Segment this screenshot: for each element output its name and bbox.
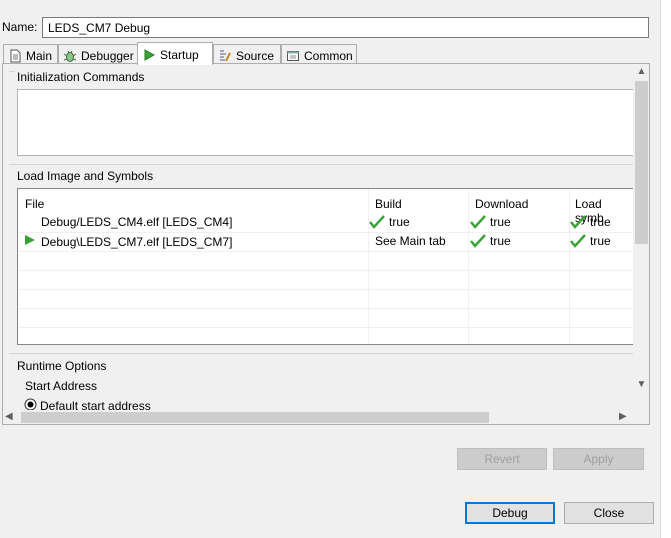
table-cell-load-symbols[interactable]: true bbox=[570, 234, 611, 248]
name-label: Name: bbox=[2, 20, 38, 34]
column-header-build[interactable]: Build bbox=[375, 197, 402, 211]
check-icon bbox=[369, 215, 385, 229]
column-header-file[interactable]: File bbox=[25, 197, 44, 211]
tab-label: Debugger bbox=[81, 48, 134, 63]
bug-icon bbox=[63, 49, 77, 63]
scroll-up-icon[interactable]: ▲ bbox=[633, 66, 649, 77]
tab-main[interactable]: Main bbox=[3, 44, 58, 64]
window-icon bbox=[286, 49, 300, 63]
tab-startup[interactable]: Startup bbox=[137, 42, 213, 65]
tab-source[interactable]: Source bbox=[213, 44, 281, 64]
column-divider bbox=[468, 189, 469, 344]
close-button[interactable]: Close bbox=[564, 502, 654, 524]
file-value: Debug\LEDS_CM7.elf [LEDS_CM7] bbox=[41, 234, 233, 249]
source-icon bbox=[218, 49, 232, 63]
table-cell-load-symbols[interactable]: true bbox=[570, 215, 611, 229]
start-address-title: Start Address bbox=[25, 379, 98, 393]
column-divider bbox=[569, 189, 570, 344]
column-header-download[interactable]: Download bbox=[475, 197, 528, 211]
tab-common[interactable]: Common bbox=[281, 44, 357, 64]
load-symbols-value: true bbox=[590, 215, 611, 229]
row-divider bbox=[18, 327, 633, 328]
vertical-scrollbar[interactable]: ▲ ▼ bbox=[633, 64, 649, 410]
table-cell-download[interactable]: true bbox=[470, 215, 511, 229]
load-image-title: Load Image and Symbols bbox=[17, 169, 154, 183]
download-value: true bbox=[490, 215, 511, 229]
init-commands-textarea[interactable] bbox=[17, 89, 634, 156]
check-icon bbox=[570, 234, 586, 248]
row-divider bbox=[18, 270, 633, 271]
row-divider bbox=[18, 308, 633, 309]
init-commands-title: Initialization Commands bbox=[17, 70, 145, 84]
group-divider bbox=[9, 164, 633, 165]
apply-button[interactable]: Apply bbox=[553, 448, 644, 470]
row-divider bbox=[18, 232, 633, 233]
document-icon bbox=[8, 49, 22, 63]
tab-label: Source bbox=[236, 48, 275, 63]
check-icon bbox=[470, 215, 486, 229]
tab-label: Startup bbox=[160, 48, 199, 62]
download-value: true bbox=[490, 234, 511, 248]
play-icon bbox=[142, 48, 156, 62]
table-cell-download[interactable]: true bbox=[470, 234, 511, 248]
table-row-file-active[interactable]: Debug\LEDS_CM7.elf [LEDS_CM7] bbox=[24, 234, 232, 249]
startup-panel: Initialization Commands Load Image and S… bbox=[2, 63, 650, 425]
adjacent-window-edge bbox=[660, 0, 671, 538]
vertical-scroll-thumb[interactable] bbox=[635, 81, 648, 244]
table-row-file[interactable]: Debug/LEDS_CM4.elf [LEDS_CM4] bbox=[41, 215, 232, 229]
table-cell-build[interactable]: See Main tab bbox=[375, 234, 446, 248]
revert-button[interactable]: Revert bbox=[457, 448, 547, 470]
row-divider bbox=[18, 289, 633, 290]
active-arrow-icon bbox=[24, 234, 37, 249]
runtime-options-title: Runtime Options bbox=[17, 359, 107, 373]
load-image-table: File Build Download Load symb Debug/LEDS… bbox=[17, 188, 634, 345]
load-symbols-value: true bbox=[590, 234, 611, 248]
check-icon bbox=[570, 215, 586, 229]
scroll-left-icon[interactable]: ◀ bbox=[5, 411, 13, 422]
table-cell-build[interactable]: true bbox=[369, 215, 410, 229]
tab-label: Common bbox=[304, 48, 353, 63]
row-divider bbox=[18, 251, 633, 252]
tab-label: Main bbox=[26, 48, 53, 63]
scroll-down-icon[interactable]: ▼ bbox=[633, 379, 649, 390]
build-value: true bbox=[389, 215, 410, 229]
horizontal-scrollbar[interactable]: ◀ ▶ bbox=[3, 410, 633, 424]
scroll-right-icon[interactable]: ▶ bbox=[619, 411, 627, 422]
horizontal-scroll-thumb[interactable] bbox=[21, 412, 489, 423]
column-divider bbox=[368, 189, 369, 344]
debug-button[interactable]: Debug bbox=[465, 502, 555, 524]
group-border bbox=[9, 71, 15, 72]
tab-debugger[interactable]: Debugger bbox=[58, 44, 138, 64]
name-input[interactable] bbox=[42, 17, 649, 38]
check-icon bbox=[470, 234, 486, 248]
group-divider bbox=[9, 353, 633, 354]
